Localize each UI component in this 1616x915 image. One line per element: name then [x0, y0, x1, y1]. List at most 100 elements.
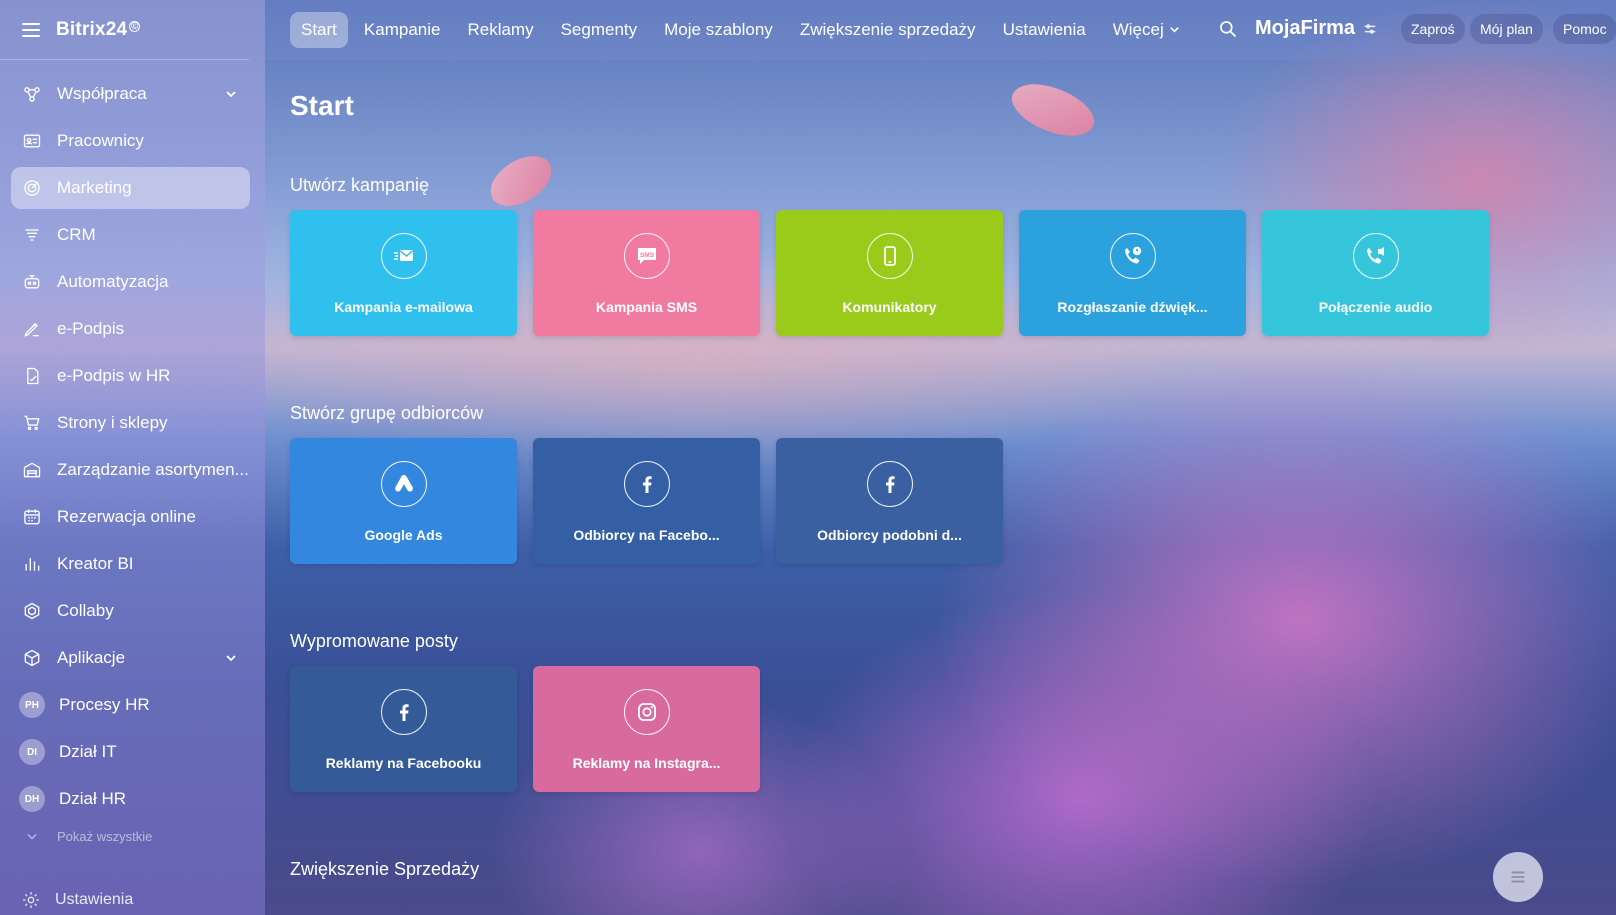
collaboration-icon	[21, 83, 43, 105]
campaign-tile[interactable]: Kampania e-mailowa	[290, 210, 517, 336]
group-avatar: PH	[19, 692, 45, 718]
tab-label: Kampanie	[363, 20, 441, 39]
google-ads-icon	[381, 461, 427, 507]
section-title: Wypromowane posty	[290, 631, 458, 651]
tile-label: Google Ads	[364, 527, 443, 543]
gear-icon	[23, 892, 39, 908]
sidebar-item-strony-i-sklepy[interactable]: Strony i sklepy	[11, 402, 250, 444]
sidebar-show-all[interactable]: Pokaż wszystkie	[11, 825, 250, 847]
apps-icon	[21, 647, 43, 669]
sidebar-item-kreator-bi[interactable]: Kreator BI	[11, 543, 250, 585]
sidebar-item-marketing[interactable]: Marketing	[11, 167, 250, 209]
sidebar-item-label: Dział IT	[59, 742, 117, 761]
signature-icon	[21, 318, 43, 340]
sidebar-item-zarządzanie-asortymen[interactable]: Zarządzanie asortymen...	[11, 449, 250, 491]
tab-label: Ustawienia	[1002, 20, 1086, 39]
campaign-tile[interactable]: Google Ads	[290, 438, 517, 564]
hr-signature-icon	[21, 365, 43, 387]
list-icon	[1511, 871, 1525, 883]
chevron-down-icon[interactable]	[224, 86, 238, 106]
facebook-icon	[381, 689, 427, 735]
section-title: Zwiększenie Sprzedaży	[290, 859, 480, 879]
phone-icon	[867, 233, 913, 279]
tab-label: Start	[301, 20, 337, 39]
sidebar-item-label: Kreator BI	[57, 554, 134, 573]
campaign-tile[interactable]: Odbiorcy na Facebo...	[533, 438, 760, 564]
search-icon[interactable]	[1218, 19, 1240, 41]
sidebar-item-aplikacje[interactable]: Aplikacje	[11, 637, 250, 679]
sidebar-item-label: e-Podpis w HR	[57, 366, 171, 385]
sidebar-item-label: Aplikacje	[57, 648, 126, 667]
campaign-tile[interactable]: Reklamy na Facebooku	[290, 666, 517, 792]
sidebar-item-label: Zarządzanie asortymen...	[57, 460, 249, 479]
inventory-icon	[21, 459, 43, 481]
sidebar-item-automatyzacja[interactable]: Automatyzacja	[11, 261, 250, 303]
tile-row: Reklamy na Facebooku Reklamy na Instagra.…	[290, 666, 760, 792]
sidebar-item-e-podpis-w-hr[interactable]: e-Podpis w HR	[11, 355, 250, 397]
tab-5[interactable]: Zwiększenie sprzedaży	[789, 12, 987, 48]
company-name[interactable]: MojaFirma	[1255, 17, 1377, 40]
group-avatar: DI	[19, 739, 45, 765]
automation-icon	[21, 271, 43, 293]
tile-label: Komunikatory	[842, 299, 937, 315]
sidebar-item-procesy-hr[interactable]: PH Procesy HR	[11, 684, 250, 726]
sidebar-item-collaby[interactable]: Collaby	[11, 590, 250, 632]
instagram-icon	[624, 689, 670, 735]
tab-label: Zwiększenie sprzedaży	[799, 20, 976, 39]
show-all-label: Pokaż wszystkie	[57, 828, 153, 844]
tile-label: Reklamy na Instagra...	[572, 755, 721, 771]
sidebar-item-współpraca[interactable]: Współpraca	[11, 73, 250, 115]
campaign-tile[interactable]: Reklamy na Instagra...	[533, 666, 760, 792]
sidebar-item-dział-hr[interactable]: DH Dział HR	[11, 778, 250, 820]
tile-row: Google Ads Odbiorcy na Facebo... Odbiorcy …	[290, 438, 1003, 564]
filter-settings-icon	[1364, 23, 1376, 34]
chevron-down-icon[interactable]	[224, 650, 238, 670]
tab-0[interactable]: Start	[290, 12, 348, 48]
invite-button[interactable]: Zaproś	[1401, 14, 1465, 44]
facebook-icon	[867, 461, 913, 507]
sidebar-item-crm[interactable]: CRM	[11, 214, 250, 256]
sidebar-item-label: e-Podpis	[57, 319, 125, 338]
tab-3[interactable]: Segmenty	[550, 12, 649, 48]
tab-7[interactable]: Więcej	[1102, 12, 1191, 48]
sidebar-item-dział-it[interactable]: DI Dział IT	[11, 731, 250, 773]
audio-call-icon	[1353, 233, 1399, 279]
sidebar-item-rezerwacja-online[interactable]: Rezerwacja online	[11, 496, 250, 538]
help-button[interactable]: Pomoc	[1553, 14, 1616, 44]
calendar-icon	[21, 506, 43, 528]
section-title: Utwórz kampanię	[290, 175, 430, 195]
tile-label: Odbiorcy podobni d...	[817, 527, 962, 543]
sidebar-item-e-podpis[interactable]: e-Podpis	[11, 308, 250, 350]
tab-1[interactable]: Kampanie	[353, 12, 452, 48]
sidebar-item-settings[interactable]: Ustawienia	[21, 890, 133, 910]
main-content: Start Utwórz kampanię Kampania e-mailowa S…	[290, 60, 1616, 915]
sidebar-item-pracownicy[interactable]: Pracownicy	[11, 120, 250, 162]
campaign-tile[interactable]: Rozgłaszanie dźwięk...	[1019, 210, 1246, 336]
campaign-tile[interactable]: Komunikatory	[776, 210, 1003, 336]
tile-row: Kampania e-mailowa SMS Kampania SMS Komunik…	[290, 210, 1489, 336]
tab-label: Reklamy	[467, 20, 534, 39]
sidebar: Bitrix24 © Współpraca Pracownicy Marketing C…	[0, 0, 265, 915]
campaign-tile[interactable]: Odbiorcy podobni d...	[776, 438, 1003, 564]
sidebar-item-label: Strony i sklepy	[57, 413, 168, 432]
sidebar-header: Bitrix24 ©	[0, 0, 249, 60]
campaign-tile[interactable]: Połączenie audio	[1262, 210, 1489, 336]
tab-6[interactable]: Ustawienia	[992, 12, 1097, 48]
app-logo[interactable]: Bitrix24 ©	[56, 19, 141, 41]
campaign-tile[interactable]: SMS Kampania SMS	[533, 210, 760, 336]
tab-label: Więcej	[1112, 20, 1164, 39]
quick-menu-button[interactable]	[1493, 852, 1543, 902]
tab-label: Segmenty	[560, 20, 638, 39]
sidebar-item-label: Procesy HR	[59, 695, 150, 714]
sidebar-item-label: CRM	[57, 225, 96, 244]
group-avatar: DH	[19, 786, 45, 812]
tile-label: Kampania e-mailowa	[334, 299, 473, 315]
menu-icon[interactable]	[22, 22, 40, 37]
tab-4[interactable]: Moje szablony	[653, 12, 784, 48]
svg-text:SMS: SMS	[640, 252, 655, 259]
tile-label: Odbiorcy na Facebo...	[573, 527, 720, 543]
my-plan-button[interactable]: Mój plan	[1470, 14, 1543, 44]
tab-label: Moje szablony	[664, 20, 773, 39]
tab-2[interactable]: Reklamy	[456, 12, 544, 48]
page-title: Start	[290, 90, 354, 121]
